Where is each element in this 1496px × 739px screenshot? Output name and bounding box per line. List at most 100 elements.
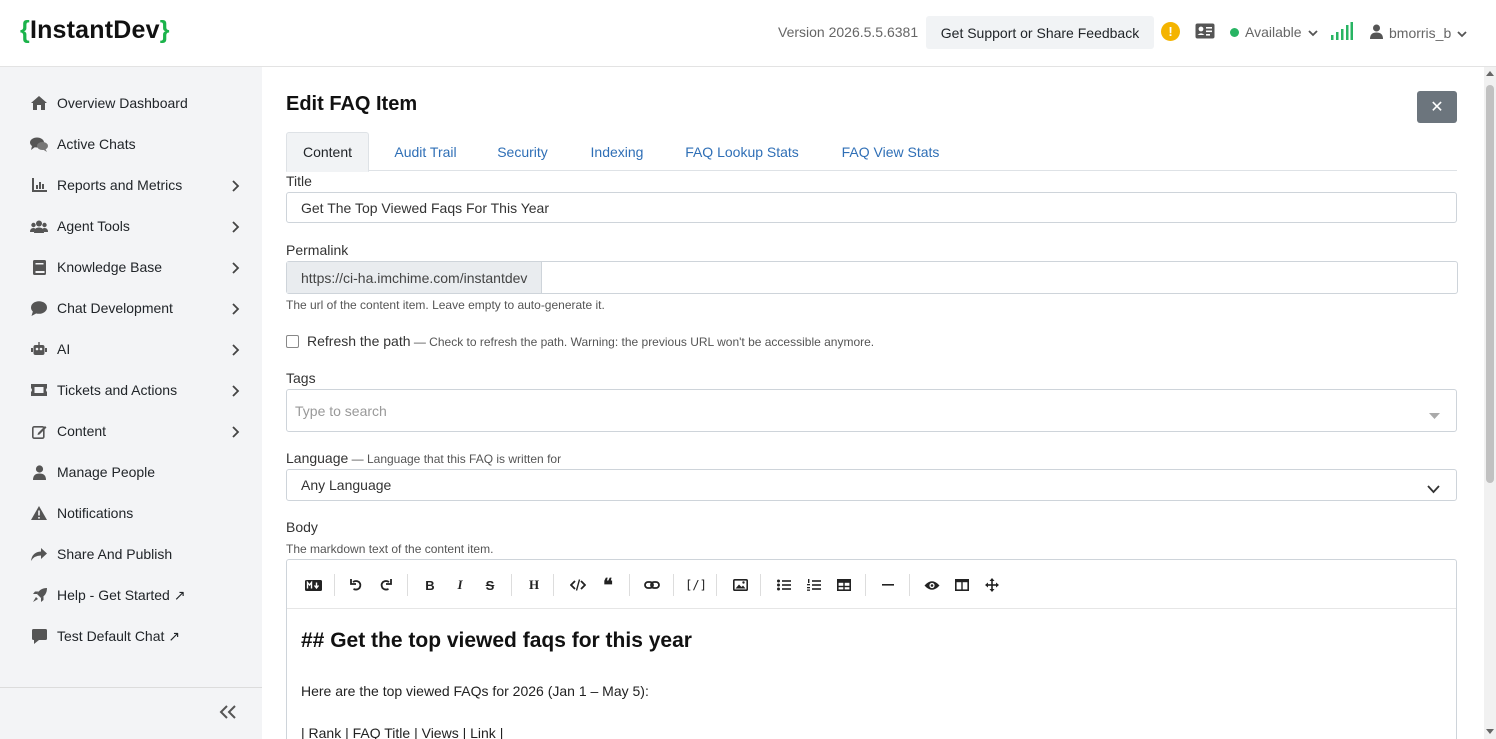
chevron-right-icon (229, 425, 241, 438)
sidebar-item-active-chats[interactable]: Active Chats (0, 124, 262, 164)
contact-card-icon[interactable] (1195, 23, 1215, 44)
tab-faq-view-stats[interactable]: FAQ View Stats (828, 132, 953, 171)
sidebar-item-notifications[interactable]: Notifications (0, 493, 262, 533)
fullscreen-icon[interactable] (982, 575, 1002, 595)
sidebar-item-content[interactable]: Content (0, 411, 262, 451)
person-icon (30, 463, 48, 481)
username-label: bmorris_b (1389, 25, 1452, 41)
sidebar-item-test-default-chat[interactable]: Test Default Chat ↗ (0, 616, 262, 656)
horizontal-rule-icon[interactable] (878, 575, 898, 595)
tab-security[interactable]: Security (485, 132, 560, 171)
caret-down-icon (1429, 407, 1440, 423)
status-label: Available (1245, 24, 1302, 40)
strikethrough-icon[interactable]: S (480, 575, 500, 595)
page-title: Edit FAQ Item (286, 93, 418, 115)
status-dot-icon (1230, 27, 1239, 37)
version-label: Version 2026.5.5.6381 (778, 24, 919, 40)
sidebar-item-chat-development[interactable]: Chat Development (0, 288, 262, 328)
close-button[interactable]: ✕ (1417, 91, 1457, 123)
title-input[interactable]: Get The Top Viewed Faqs For This Year (286, 192, 1457, 223)
main-content: Edit FAQ Item ✕ Content Audit Trail Secu… (262, 67, 1484, 739)
sidebar-item-manage-people[interactable]: Manage People (0, 452, 262, 492)
image-icon[interactable] (730, 575, 750, 595)
edit-icon (30, 422, 48, 440)
sidebar-item-overview-dashboard[interactable]: Overview Dashboard (0, 83, 262, 123)
logo-text: InstantDev (29, 16, 160, 44)
language-select[interactable]: Any Language (286, 469, 1457, 501)
tab-audit-trail[interactable]: Audit Trail (381, 132, 470, 171)
chat-bubble-icon (30, 627, 48, 645)
heading-icon[interactable]: H (524, 575, 544, 595)
user-menu-dropdown[interactable]: bmorris_b (1370, 24, 1467, 42)
toolbar-separator (865, 574, 866, 596)
redo-icon[interactable] (376, 575, 396, 595)
language-hint: — Language that this FAQ is written for (348, 452, 562, 466)
tab-faq-lookup-stats[interactable]: FAQ Lookup Stats (674, 132, 810, 171)
editor-paragraph-line: Here are the top viewed FAQs for 2026 (J… (301, 683, 649, 699)
tags-input[interactable]: Type to search (286, 389, 1457, 432)
italic-icon[interactable]: I (450, 575, 470, 595)
toolbar-separator (909, 574, 910, 596)
chevron-down-icon (1427, 481, 1440, 497)
toolbar-separator (629, 574, 630, 596)
side-by-side-icon[interactable] (952, 575, 972, 595)
sidebar-item-tickets-and-actions[interactable]: Tickets and Actions (0, 370, 262, 410)
toolbar-separator (407, 574, 408, 596)
chevron-down-icon (1307, 24, 1318, 40)
chevron-right-icon (229, 384, 241, 397)
sidebar: Overview Dashboard Active Chats Reports … (0, 67, 262, 739)
tab-content[interactable]: Content (286, 132, 369, 172)
title-label: Title (286, 173, 312, 189)
body-help-text: The markdown text of the content item. (286, 542, 494, 556)
sidebar-item-reports-and-metrics[interactable]: Reports and Metrics (0, 165, 262, 205)
link-icon[interactable] (642, 575, 662, 595)
toolbar-separator (334, 574, 335, 596)
chats-icon (30, 135, 48, 153)
toolbar-separator (716, 574, 717, 596)
warning-icon[interactable]: ! (1161, 22, 1180, 41)
availability-status-dropdown[interactable]: Available (1230, 24, 1318, 40)
language-selected-value: Any Language (301, 477, 392, 493)
refresh-path-label: Refresh the path (307, 333, 411, 349)
sidebar-item-ai[interactable]: AI (0, 329, 262, 369)
robot-icon (30, 340, 48, 358)
permalink-help-text: The url of the content item. Leave empty… (286, 298, 605, 312)
chevron-right-icon (229, 220, 241, 233)
sidebar-item-help-get-started[interactable]: Help - Get Started ↗ (0, 575, 262, 615)
bold-icon[interactable]: B (420, 575, 440, 595)
ticket-icon (30, 381, 48, 399)
sidebar-item-share-and-publish[interactable]: Share And Publish (0, 534, 262, 574)
app-logo[interactable]: {InstantDev} (20, 16, 170, 45)
share-icon (30, 545, 48, 563)
scroll-up-arrow-icon[interactable] (1486, 71, 1494, 76)
toolbar-separator (511, 574, 512, 596)
code-icon[interactable] (568, 575, 588, 595)
sidebar-item-knowledge-base[interactable]: Knowledge Base (0, 247, 262, 287)
sidebar-item-label: Manage People (57, 464, 156, 480)
numbered-list-icon[interactable] (804, 575, 824, 595)
top-bar: {InstantDev} Version 2026.5.5.6381 Get S… (0, 0, 1496, 67)
table-icon[interactable] (834, 575, 854, 595)
tags-placeholder: Type to search (295, 402, 387, 419)
permalink-input[interactable] (542, 262, 1457, 293)
code-block-icon[interactable]: [/] (685, 575, 707, 595)
rocket-icon (30, 586, 48, 604)
sidebar-item-agent-tools[interactable]: Agent Tools (0, 206, 262, 246)
tab-indexing[interactable]: Indexing (577, 132, 657, 171)
refresh-path-checkbox[interactable] (286, 334, 299, 348)
permalink-prefix: https://ci-ha.imchime.com/instantdev (287, 262, 542, 293)
undo-icon[interactable] (346, 575, 366, 595)
quote-icon[interactable]: ❝ (598, 575, 618, 595)
collapse-sidebar-icon[interactable] (218, 704, 238, 725)
markdown-icon[interactable] (303, 575, 323, 595)
bulleted-list-icon[interactable] (774, 575, 794, 595)
support-feedback-button[interactable]: Get Support or Share Feedback (926, 16, 1154, 49)
scroll-down-arrow-icon[interactable] (1486, 729, 1494, 734)
logo-brace-close: } (159, 16, 170, 44)
page-scrollbar[interactable] (1484, 67, 1496, 739)
preview-eye-icon[interactable] (922, 575, 942, 595)
refresh-path-hint: — Check to refresh the path. Warning: th… (410, 335, 875, 349)
logo-brace-open: { (20, 16, 30, 44)
scrollbar-thumb[interactable] (1486, 85, 1494, 483)
sidebar-item-label: Knowledge Base (57, 259, 163, 275)
